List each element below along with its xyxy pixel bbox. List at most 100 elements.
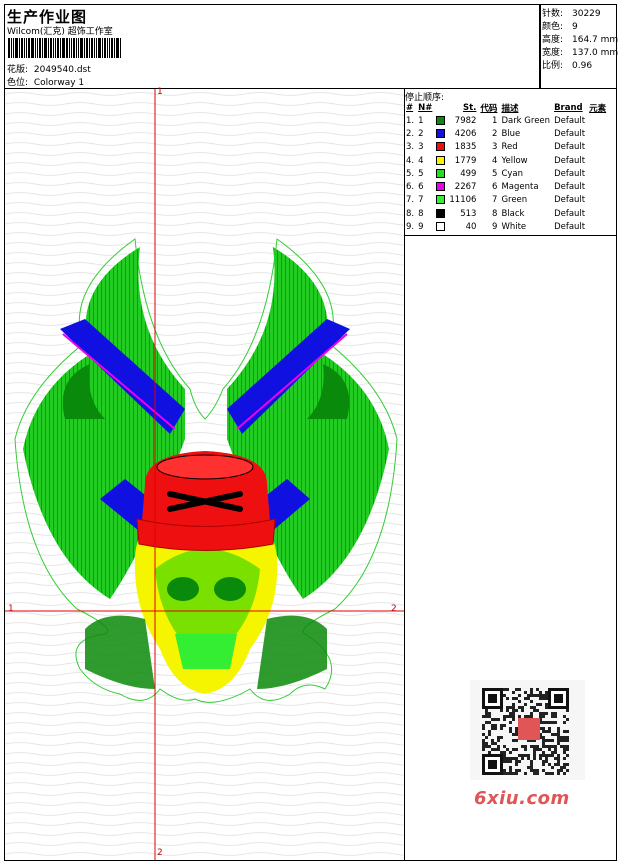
qr-module xyxy=(545,739,548,742)
legend-brand: Default xyxy=(554,168,586,179)
legend-needle: 8 xyxy=(418,208,424,219)
legend-code: 9 xyxy=(492,222,498,233)
qr-module xyxy=(497,739,500,742)
qr-module xyxy=(557,763,560,766)
legend-brand: Default xyxy=(554,195,586,206)
qr-module xyxy=(566,748,569,751)
legend-needle: 6 xyxy=(418,182,424,193)
qr-module xyxy=(551,721,554,724)
qr-module xyxy=(563,730,566,733)
qr-module xyxy=(509,715,512,718)
barcode-bar xyxy=(84,38,85,58)
qr-module xyxy=(503,754,506,757)
qr-module xyxy=(518,715,521,718)
qr-module xyxy=(485,712,488,715)
legend-row: 3. 3 1835 3 Red Default xyxy=(404,141,608,154)
legend-stitches: 513 xyxy=(460,208,477,219)
barcode-bar xyxy=(60,38,61,58)
legend-code: 5 xyxy=(492,168,498,179)
qr-module xyxy=(515,739,518,742)
qr-module xyxy=(563,721,566,724)
barcode-bar xyxy=(71,38,72,58)
legend-needle: 4 xyxy=(418,155,424,166)
barcode-bar xyxy=(114,38,115,58)
qr-module xyxy=(530,700,533,703)
qr-module xyxy=(557,757,560,760)
qr-module xyxy=(536,772,539,775)
qr-module xyxy=(536,709,539,712)
design-canvas xyxy=(4,88,405,861)
left-eye xyxy=(167,577,199,601)
legend-brand: Default xyxy=(554,128,586,139)
barcode-bar xyxy=(8,38,10,58)
legend-swatch xyxy=(434,127,447,140)
barcode-bar xyxy=(57,38,59,58)
barcode-bar xyxy=(96,38,97,58)
legend-row: 9. 9 40 9 White Default xyxy=(404,220,608,233)
legend-element xyxy=(587,141,608,154)
qr-module xyxy=(533,694,536,697)
legend-needle: 5 xyxy=(418,168,424,179)
qr-module xyxy=(554,751,557,754)
qr-module xyxy=(554,715,557,718)
qr-module xyxy=(524,691,527,694)
qr-module xyxy=(509,730,512,733)
qr-module xyxy=(527,715,530,718)
qr-module xyxy=(506,757,509,760)
qr-module xyxy=(560,769,563,772)
legend-stitches: 11106 xyxy=(449,195,477,206)
legend-row: 4. 4 1779 4 Yellow Default xyxy=(404,154,608,167)
qr-module xyxy=(503,751,506,754)
barcode-bar xyxy=(102,38,103,58)
legend-code: 7 xyxy=(492,195,498,206)
barcode-bar xyxy=(89,38,90,58)
barcode xyxy=(8,38,140,58)
qr-module xyxy=(557,736,560,739)
qr-module xyxy=(512,733,515,736)
stat-label: 比例: xyxy=(542,61,564,71)
legend-header-row: # N# St. 代码 描述 Brand 元素 xyxy=(404,102,608,114)
qr-module xyxy=(503,760,506,763)
legend-index: 6. xyxy=(406,182,415,193)
qr-module xyxy=(536,748,539,751)
legend-desc: Black xyxy=(501,208,525,219)
qr-module xyxy=(533,757,536,760)
legend-swatch xyxy=(434,114,447,127)
qr-module xyxy=(488,712,491,715)
qr-module xyxy=(494,727,497,730)
legend-brand: Default xyxy=(554,155,586,166)
qr-module xyxy=(530,715,533,718)
barcode-bar xyxy=(53,38,54,58)
qr-module xyxy=(548,763,551,766)
qr-module xyxy=(488,733,491,736)
qr-module xyxy=(530,769,533,772)
qr-module xyxy=(485,742,488,745)
qr-module xyxy=(545,694,548,697)
color-swatch xyxy=(436,182,446,192)
qr-module xyxy=(563,766,566,769)
legend-brand: Default xyxy=(554,115,586,126)
qr-module xyxy=(563,772,566,775)
qr-module xyxy=(533,754,536,757)
qr-module xyxy=(482,724,485,727)
barcode-bar xyxy=(120,38,121,58)
qr-module xyxy=(527,754,530,757)
legend-index: 7. xyxy=(406,195,415,206)
qr-module xyxy=(536,688,539,691)
qr-module xyxy=(506,760,509,763)
qr-module xyxy=(509,751,512,754)
legend-swatch xyxy=(434,220,447,233)
qr-module xyxy=(485,709,488,712)
qr-module xyxy=(506,715,509,718)
qr-module xyxy=(512,715,515,718)
qr-module xyxy=(554,757,557,760)
qr-module xyxy=(527,694,530,697)
color-swatch xyxy=(436,208,446,218)
qr-module xyxy=(545,706,548,709)
qr-module xyxy=(524,715,527,718)
qr-module xyxy=(503,769,506,772)
qr-module xyxy=(542,760,545,763)
qr-module xyxy=(494,742,497,745)
color-legend-table: # N# St. 代码 描述 Brand 元素 1. 1 7982 1 Dark Gre… xyxy=(404,102,608,234)
legend-row: 2. 2 4206 2 Blue Default xyxy=(404,127,608,140)
